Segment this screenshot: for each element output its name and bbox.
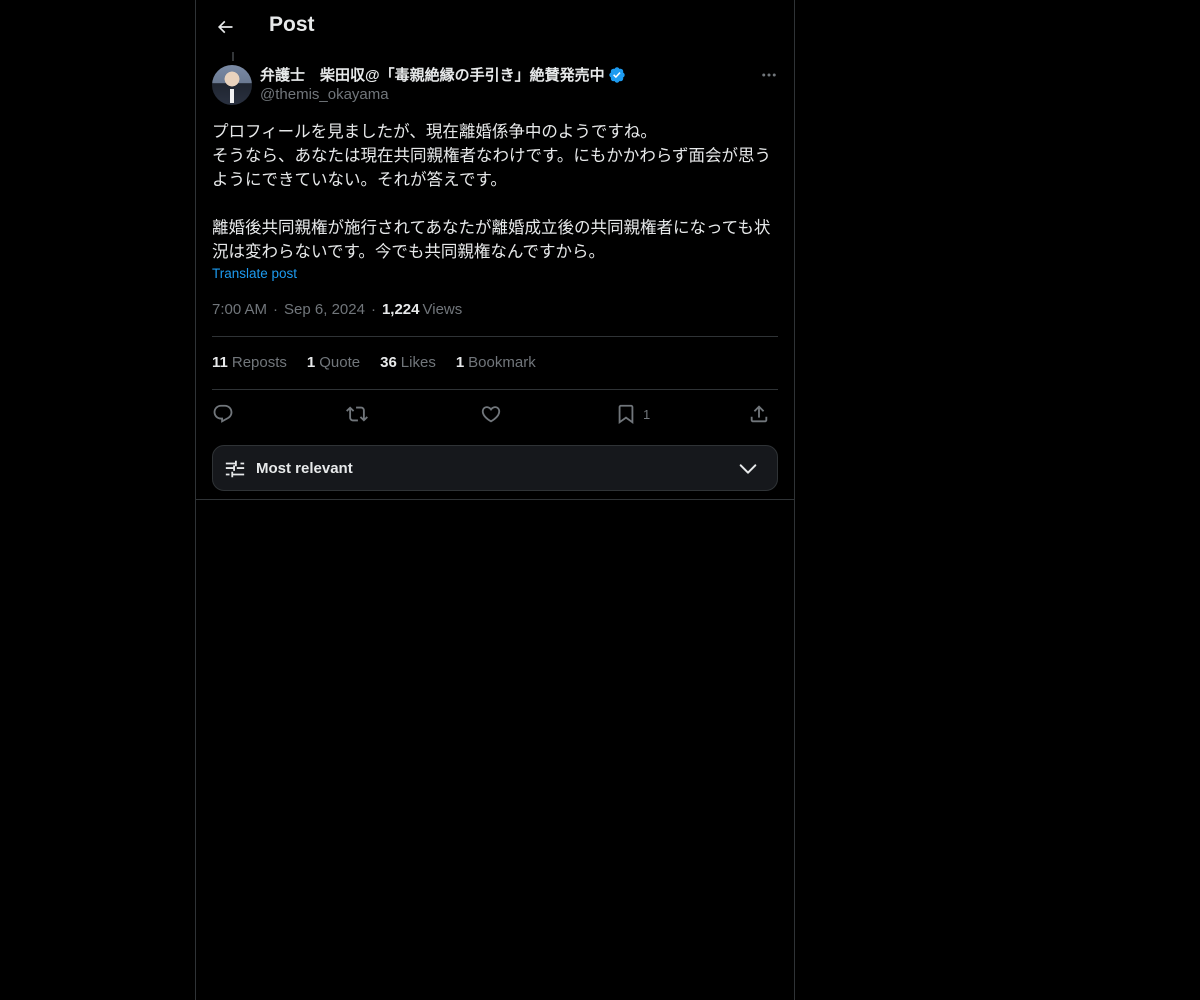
engagement-stats: 11 Reposts 1 Quote 36 Likes 1 Bookmark [212,354,556,371]
repost-button[interactable] [346,400,368,428]
stat-reposts[interactable]: 11 Reposts [212,354,287,371]
more-options-button[interactable] [758,64,780,86]
reply-sort-dropdown[interactable]: Most relevant [212,445,778,491]
more-horizontal-icon [760,66,778,84]
stat-count: 11 [212,354,228,371]
stat-label: Bookmark [468,354,536,371]
sort-label: Most relevant [256,460,353,477]
bookmark-count: 1 [643,406,651,422]
stat-count: 36 [380,354,397,371]
reply-icon [212,403,234,425]
bookmark-icon [615,403,637,425]
post-text: プロフィールを見ましたが、現在離婚係争中のようですね。 そうなら、あなたは現在共… [212,123,772,261]
verified-badge-icon[interactable] [608,66,626,84]
divider [196,499,794,500]
stat-quotes[interactable]: 1 Quote [307,354,360,371]
post-date[interactable]: Sep 6, 2024 [284,301,365,318]
stat-label: Reposts [231,354,287,371]
like-button[interactable] [480,400,502,428]
divider [212,336,778,337]
post-detail-column: Post 弁護士 柴田収@「毒親絶縁の手引き」絶賛発売中 @themis_oka… [195,0,795,1000]
views-label: Views [422,301,463,318]
translate-post-link[interactable]: Translate post [212,266,297,281]
action-bar: 1 [212,400,778,428]
stat-label: Quote [319,354,361,371]
stat-count: 1 [306,354,316,371]
bookmark-button[interactable]: 1 [615,400,650,428]
post-time[interactable]: 7:00 AM [212,301,267,318]
stat-count: 1 [455,354,465,371]
meta-separator: · [273,301,279,318]
page-title: Post [269,13,315,36]
arrow-left-icon [215,17,235,37]
chevron-down-icon [737,458,759,480]
author-handle[interactable]: @themis_okayama [260,86,389,103]
author-display-name[interactable]: 弁護士 柴田収@「毒親絶縁の手引き」絶賛発売中 [260,64,605,85]
stat-likes[interactable]: 36 Likes [380,354,436,371]
author-name-row: 弁護士 柴田収@「毒親絶縁の手引き」絶賛発売中 [260,64,626,85]
back-button[interactable] [212,14,238,40]
stat-label: Likes [400,354,436,371]
repost-icon [346,403,368,425]
thread-connector-line [232,52,234,61]
sliders-icon [224,458,246,480]
views-count: 1,224 [381,301,420,318]
meta-separator: · [370,301,376,318]
post-meta: 7:00 AM · Sep 6, 2024 · 1,224 Views [212,301,462,318]
share-button[interactable] [748,400,770,428]
post-header: Post [196,0,794,54]
stat-bookmarks[interactable]: 1 Bookmark [456,354,536,371]
avatar[interactable] [212,65,252,105]
share-icon [748,403,770,425]
heart-icon [480,403,502,425]
divider [212,389,778,390]
reply-button[interactable] [212,400,234,428]
